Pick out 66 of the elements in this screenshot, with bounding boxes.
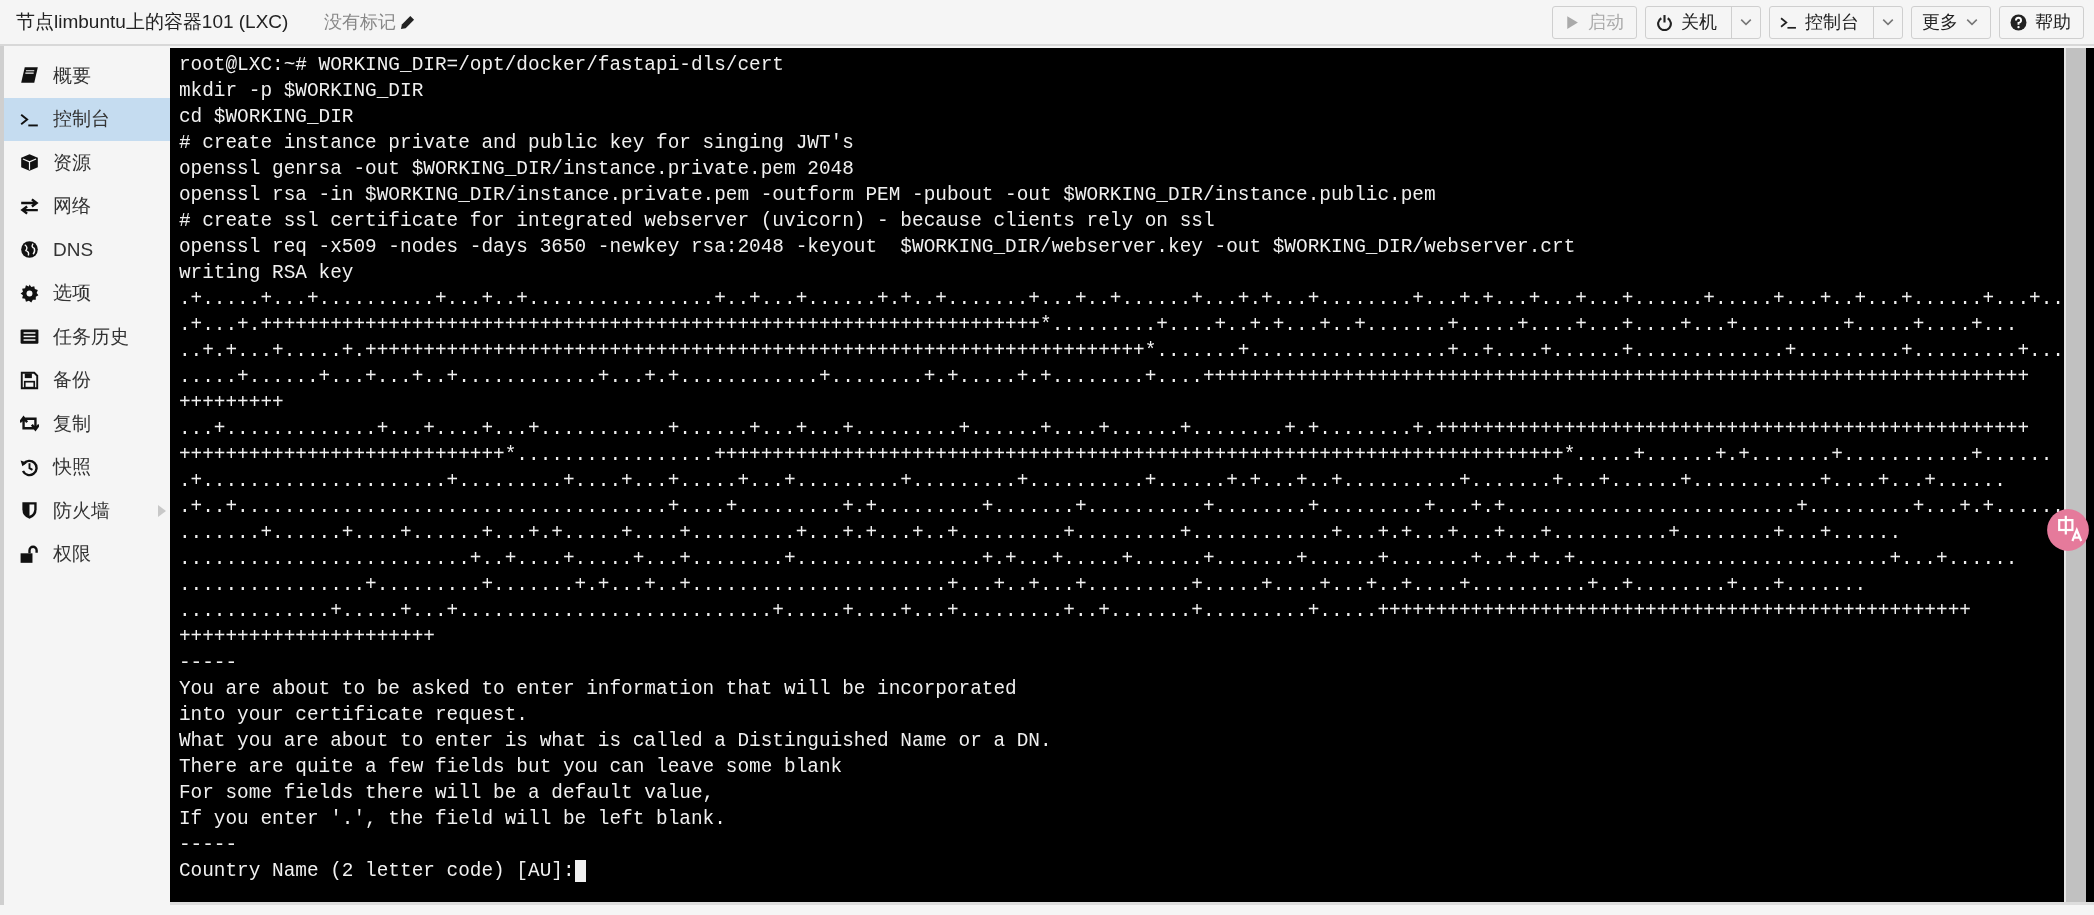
terminal-line: .+..+.....................................+....+.........+.+.........+.......+..........+........+.........+...+.+.........................+.........+...+.+...... <box>178 496 2064 518</box>
terminal-line: openssl rsa -in $WORKING_DIR/instance.private.pem -outform PEM -pubout -out $WORKING_DIR/instance.public.pem <box>178 184 1436 206</box>
toolbar-button[interactable]: 控制台 <box>1769 5 1903 39</box>
sidebar-item[interactable]: 备份 <box>4 358 170 402</box>
terminal-line: ++++++++++++++++++++++++++++*.................+++++++++++++++++++++++++++++++++++++++++++++++++++++++++++++++++++++++++*.....+......+.+.......+...........+...... <box>178 444 2053 466</box>
sidebar-item[interactable]: 网络 <box>4 184 170 228</box>
terminal-line: openssl genrsa -out $WORKING_DIR/instance.private.pem 2048 <box>178 158 854 180</box>
caret-icon[interactable] <box>1740 18 1752 26</box>
terminal-line: .........................+..+....+.....+...+........+................+.+...+.....+......+.......+......+.......+..+.+..+...........................+...+...... <box>178 548 2018 570</box>
help-icon <box>2010 13 2027 31</box>
toolbar-button[interactable]: 关机 <box>1645 5 1761 39</box>
repeat-icon <box>20 414 39 434</box>
terminal-line: cd $WORKING_DIR <box>178 106 354 128</box>
sidebar-item[interactable]: 复制 <box>4 402 170 446</box>
terminal-line: ..+.+...+.....+.+++++++++++++++++++++++++++++++++++++++++++++++++++++++++++++++++++*.......+.................+..+....+......+.............+.........+.........+... <box>178 340 2064 362</box>
gear-icon <box>20 283 39 303</box>
caret-icon[interactable] <box>1966 18 1978 26</box>
terminal-line: .+.....................+.........+....+...+.....+...+.........+.........+..........+......+.+...+..+..........+.......+...+......+...........+....+...+...... <box>178 470 2006 492</box>
terminal-line: .....+......+...+...+..+............+...+.+............+........+.+.....+.+........+....+++++++++++++++++++++++++++++++++++++++++++++++++++++++++++++++++++++++ <box>178 366 2030 388</box>
terminal-line: +++++++++ <box>178 392 284 414</box>
globe-icon <box>20 240 39 260</box>
sidebar-item[interactable]: 任务历史 <box>4 315 170 359</box>
terminal-line: .......+......+....+......+...+.+.....+....+.........+...+.+...+..+.........+.........+............+...+.+...+...+...+..........+........+...+...... <box>178 522 1902 544</box>
terminal-line: .............+.....+...+...........................+.....+....+...+.........+..+.......+.........+.....+++++++++++++++++++++++++++++++++++++++++++++++++++ <box>178 600 1971 622</box>
terminal-line: For some fields there will be a default value, <box>178 782 715 804</box>
terminal-line: ................+.........+.......+.+...+..+......................+...+..+...+.........+.....+....+...+..+....+..........+..+........+...+....... <box>178 574 1867 596</box>
list-icon <box>20 327 39 347</box>
terminal-line: What you are about to enter is what is called a Distinguished Name or a DN. <box>178 730 1052 752</box>
terminal-line: # create ssl certificate for integrated webserver (uvicorn) - because clients rely on ssl <box>178 210 1215 232</box>
sidebar-item[interactable]: 防火墙 <box>4 489 170 533</box>
terminal-line: Country Name (2 letter code) [AU]: <box>178 860 575 882</box>
terminal-line: .+...+.+++++++++++++++++++++++++++++++++++++++++++++++++++++++++++++++++++*.........+....+..+.+...+..+.......+.....+....+...+....+...+.........+.....+....+... <box>178 314 2018 336</box>
terminal-line: ----- <box>178 652 238 674</box>
caret-icon[interactable] <box>1882 18 1894 26</box>
terminal-line: writing RSA key <box>178 262 354 284</box>
window-title: 节点limbuntu上的容器101 (LXC) <box>16 10 289 34</box>
cube-icon <box>20 153 39 173</box>
text-cursor <box>574 860 586 882</box>
arrows-icon <box>20 196 39 216</box>
sidebar-item[interactable]: 快照 <box>4 445 170 489</box>
book-icon <box>20 66 39 86</box>
terminal-line: ...+.............+...+....+...+...........+......+...+...+.........+......+....+......+........+.+........+.+++++++++++++++++++++++++++++++++++++++++++++++++++ <box>178 418 2030 440</box>
sidebar-item[interactable]: 权限 <box>4 532 170 576</box>
unlocked-icon <box>20 544 39 564</box>
sidebar-item[interactable]: 选项 <box>4 271 170 315</box>
terminal-line: .+.....+...+..........+...+..+................+..+...+......+.+..+.......+...+..+......+...+.+...+........+...+.+...+...+...+......+.....+...+..+...+......+...+.. <box>178 288 2064 310</box>
terminal-line: You are about to be asked to enter information that will be incorporated <box>178 678 1017 700</box>
sidebar-item[interactable]: DNS <box>4 228 170 272</box>
terminal-line: If you enter '.', the field will be left blank. <box>178 808 726 830</box>
history-icon <box>20 457 39 477</box>
terminal-line: ----- <box>178 834 238 856</box>
terminal-line: openssl req -x509 -nodes -days 3650 -newkey rsa:2048 -keyout $WORKING_DIR/webserver.key -out $WORKING_DIR/webserver.crt <box>178 236 1576 258</box>
terminal-line: ++++++++++++++++++++++ <box>178 626 435 648</box>
sidebar-item[interactable]: 资源 <box>4 141 170 185</box>
terminal-line: into your certificate request. <box>178 704 528 726</box>
terminal-line: There are quite a few fields but you can leave some blank <box>178 756 843 778</box>
toolbar-button[interactable]: 更多 <box>1911 5 1991 39</box>
toolbar-button[interactable]: 帮助 <box>1999 5 2084 39</box>
sidebar-item[interactable]: 控制台 <box>4 97 170 141</box>
shield-icon <box>20 501 39 521</box>
terminal-line: # create instance private and public key for singing JWT's <box>178 132 854 154</box>
power-icon <box>1656 13 1673 31</box>
pencil-icon[interactable] <box>400 14 416 30</box>
terminal-line: root@LXC:~# WORKING_DIR=/opt/docker/fastapi-dls/cert <box>178 54 784 76</box>
sidebar-item[interactable]: 概要 <box>4 54 170 98</box>
terminal-line: mkdir -p $WORKING_DIR <box>178 80 424 102</box>
